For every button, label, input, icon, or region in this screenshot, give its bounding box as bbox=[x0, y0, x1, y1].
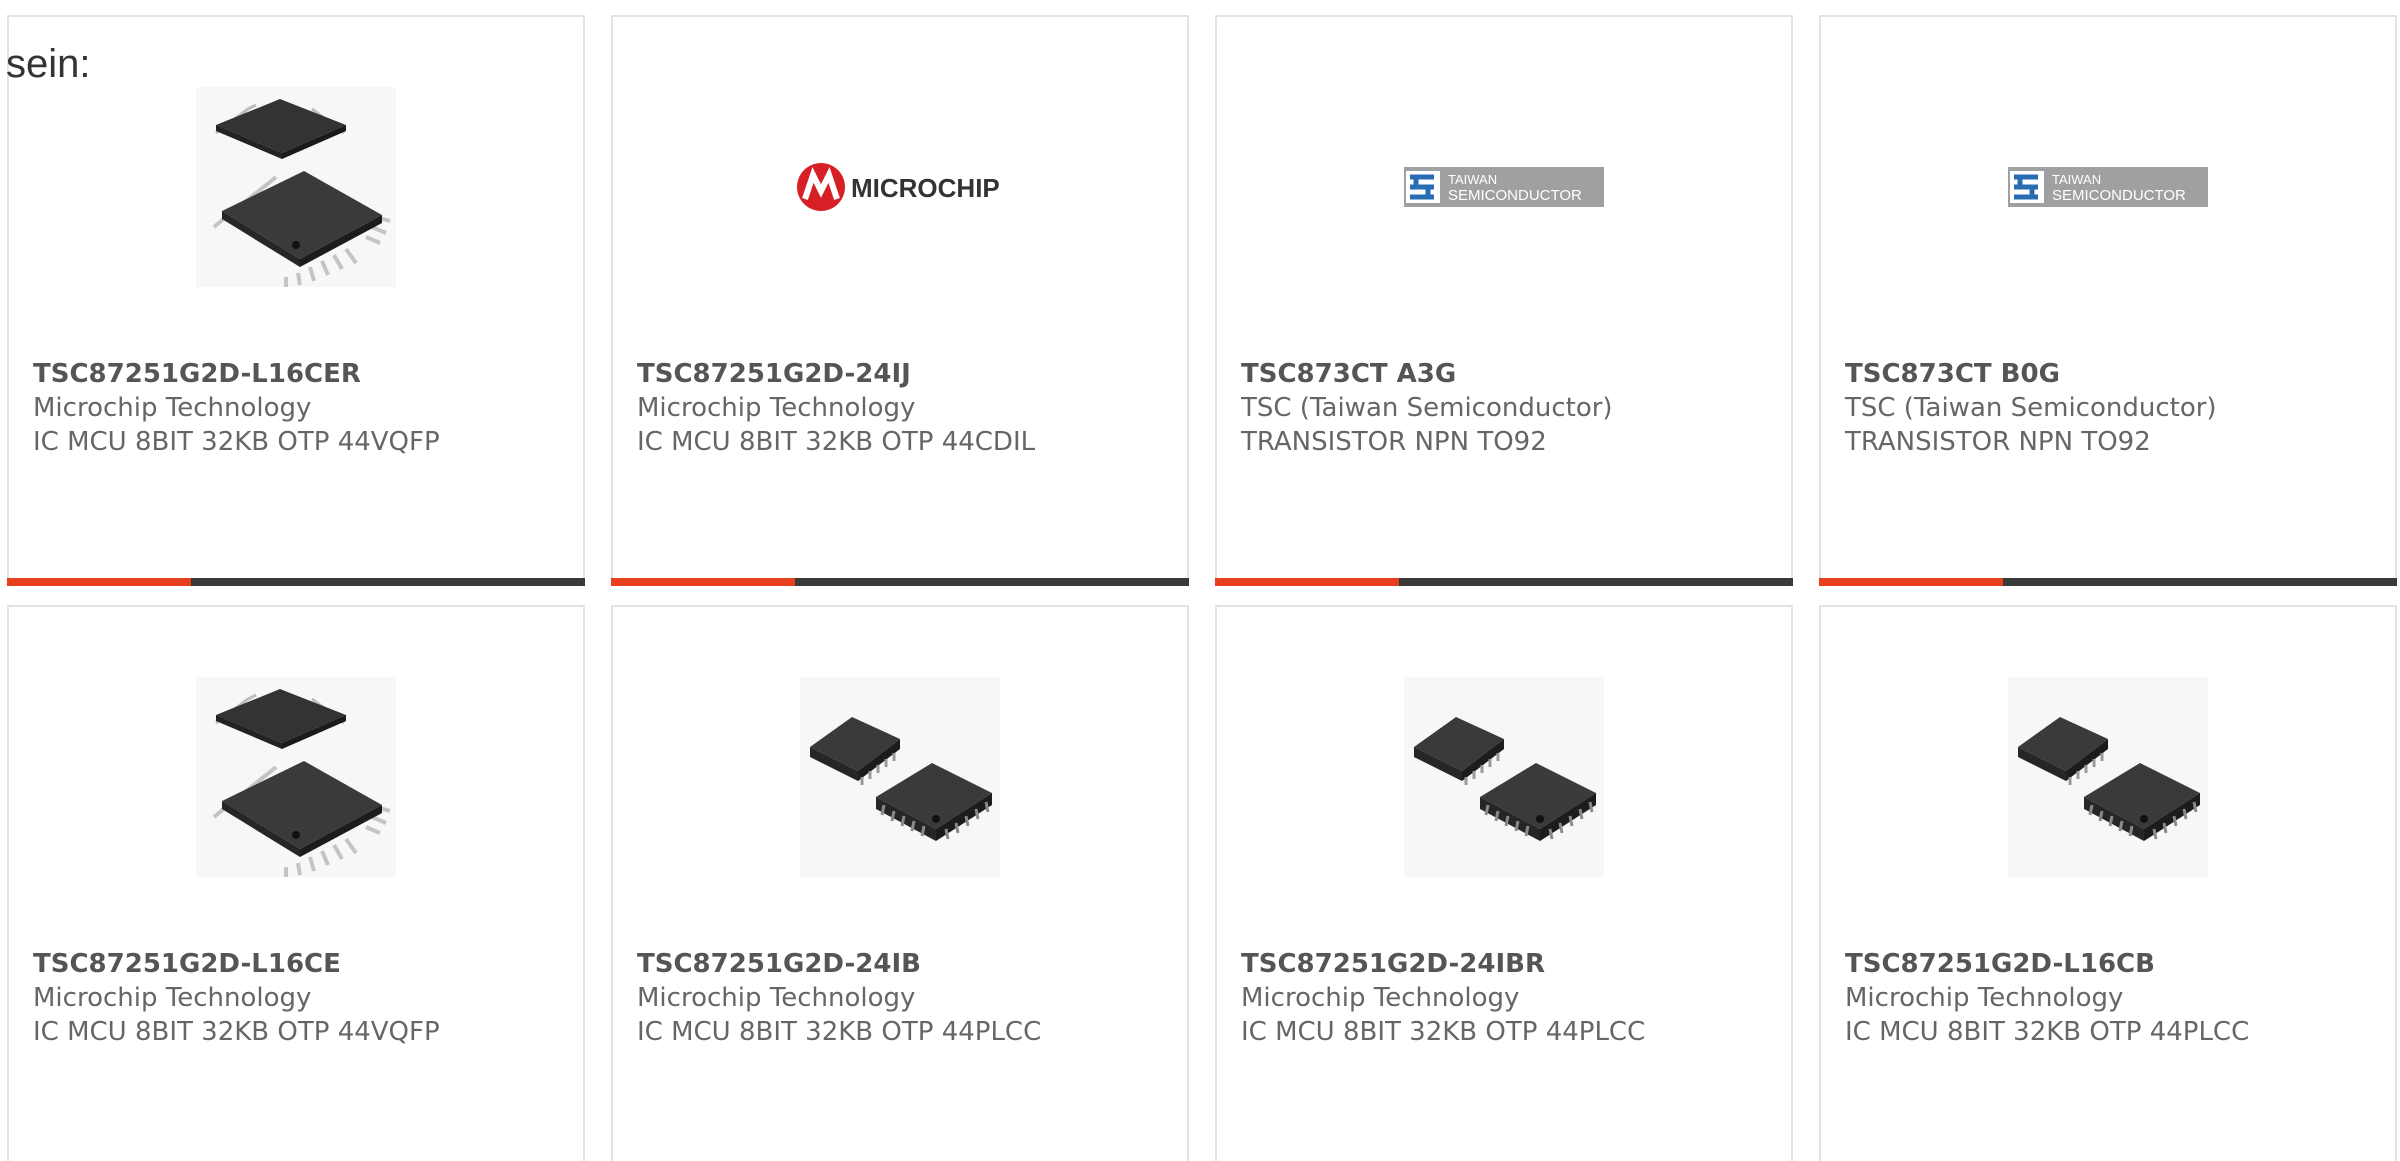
product-part-number[interactable]: TSC87251G2D-L16CE bbox=[33, 947, 573, 981]
product-description: IC MCU 8BIT 32KB OTP 44PLCC bbox=[1241, 1017, 1646, 1047]
product-part-number[interactable]: TSC87251G2D-24IBR bbox=[1241, 947, 1781, 981]
card-bottom-bar bbox=[611, 578, 1189, 586]
product-description: IC MCU 8BIT 32KB OTP 44VQFP bbox=[33, 427, 440, 457]
product-manufacturer: TSC (Taiwan Semiconductor) bbox=[1845, 393, 2217, 423]
product-description: TRANSISTOR NPN TO92 bbox=[1845, 427, 2151, 457]
product-part-number[interactable]: TSC87251G2D-L16CER bbox=[33, 357, 573, 391]
plcc-chip-image bbox=[1404, 677, 1604, 877]
product-image-area bbox=[613, 677, 1187, 877]
taiwan-semiconductor-logo: TAIWAN SEMICONDUCTOR bbox=[1404, 167, 1604, 207]
plcc-chip-image bbox=[2008, 677, 2208, 877]
product-manufacturer: TSC (Taiwan Semiconductor) bbox=[1241, 393, 1613, 423]
product-part-number[interactable]: TSC87251G2D-L16CB bbox=[1845, 947, 2385, 981]
product-card[interactable]: TAIWAN SEMICONDUCTOR TSC873CT A3G TSC (T… bbox=[1215, 15, 1793, 586]
tsc-logo-line2: SEMICONDUCTOR bbox=[1448, 187, 1582, 204]
card-accent-bar bbox=[7, 578, 191, 586]
product-manufacturer: Microchip Technology bbox=[1845, 983, 2124, 1013]
product-manufacturer: Microchip Technology bbox=[33, 393, 312, 423]
product-image-area: TAIWAN SEMICONDUCTOR bbox=[1821, 87, 2395, 287]
tsc-logo-line2: SEMICONDUCTOR bbox=[2052, 187, 2186, 204]
vqfp-chip-image bbox=[196, 87, 396, 287]
product-card[interactable]: TAIWAN SEMICONDUCTOR TSC873CT B0G TSC (T… bbox=[1819, 15, 2397, 586]
product-manufacturer: Microchip Technology bbox=[33, 983, 312, 1013]
product-part-number[interactable]: TSC873CT A3G bbox=[1241, 357, 1781, 391]
product-description: TRANSISTOR NPN TO92 bbox=[1241, 427, 1547, 457]
product-part-number[interactable]: TSC87251G2D-24IJ bbox=[637, 357, 1177, 391]
product-manufacturer: Microchip Technology bbox=[1241, 983, 1520, 1013]
tsc-logo-line1: TAIWAN bbox=[2052, 172, 2101, 187]
plcc-chip-image bbox=[800, 677, 1000, 877]
product-description: IC MCU 8BIT 32KB OTP 44PLCC bbox=[1845, 1017, 2250, 1047]
product-part-number[interactable]: TSC873CT B0G bbox=[1845, 357, 2385, 391]
intro-text: sein: bbox=[6, 42, 91, 86]
product-card[interactable]: TSC87251G2D-L16CB Microchip Technology I… bbox=[1819, 605, 2397, 1161]
product-card[interactable]: TSC87251G2D-24IB Microchip Technology IC… bbox=[611, 605, 1189, 1161]
product-card[interactable]: TSC87251G2D-L16CER Microchip Technology … bbox=[7, 15, 585, 586]
taiwan-semiconductor-logo: TAIWAN SEMICONDUCTOR bbox=[2008, 167, 2208, 207]
product-image-area: MICROCHIP bbox=[613, 87, 1187, 287]
product-card[interactable]: MICROCHIP TSC87251G2D-24IJ Microchip Tec… bbox=[611, 15, 1189, 586]
product-grid-page: sein: TSC87251G2D-L16CER Microchip Techn… bbox=[0, 0, 2400, 1161]
card-bottom-bar bbox=[1215, 578, 1793, 586]
tsc-logo-line1: TAIWAN bbox=[1448, 172, 1497, 187]
product-image-area bbox=[1821, 677, 2395, 877]
product-card[interactable]: TSC87251G2D-L16CE Microchip Technology I… bbox=[7, 605, 585, 1161]
card-bottom-bar bbox=[7, 578, 585, 586]
card-bottom-bar bbox=[1819, 578, 2397, 586]
product-part-number[interactable]: TSC87251G2D-24IB bbox=[637, 947, 1177, 981]
product-image-area bbox=[9, 87, 583, 287]
product-image-area bbox=[9, 677, 583, 877]
product-image-area: TAIWAN SEMICONDUCTOR bbox=[1217, 87, 1791, 287]
card-accent-bar bbox=[1819, 578, 2003, 586]
product-manufacturer: Microchip Technology bbox=[637, 393, 916, 423]
product-card[interactable]: TSC87251G2D-24IBR Microchip Technology I… bbox=[1215, 605, 1793, 1161]
card-accent-bar bbox=[611, 578, 795, 586]
product-manufacturer: Microchip Technology bbox=[637, 983, 916, 1013]
vqfp-chip-image bbox=[196, 677, 396, 877]
card-accent-bar bbox=[1215, 578, 1399, 586]
product-image-area bbox=[1217, 677, 1791, 877]
microchip-logo-text: MICROCHIP bbox=[851, 173, 1000, 203]
product-description: IC MCU 8BIT 32KB OTP 44PLCC bbox=[637, 1017, 1042, 1047]
product-description: IC MCU 8BIT 32KB OTP 44CDIL bbox=[637, 427, 1036, 457]
microchip-logo: MICROCHIP bbox=[797, 163, 1000, 211]
product-description: IC MCU 8BIT 32KB OTP 44VQFP bbox=[33, 1017, 440, 1047]
